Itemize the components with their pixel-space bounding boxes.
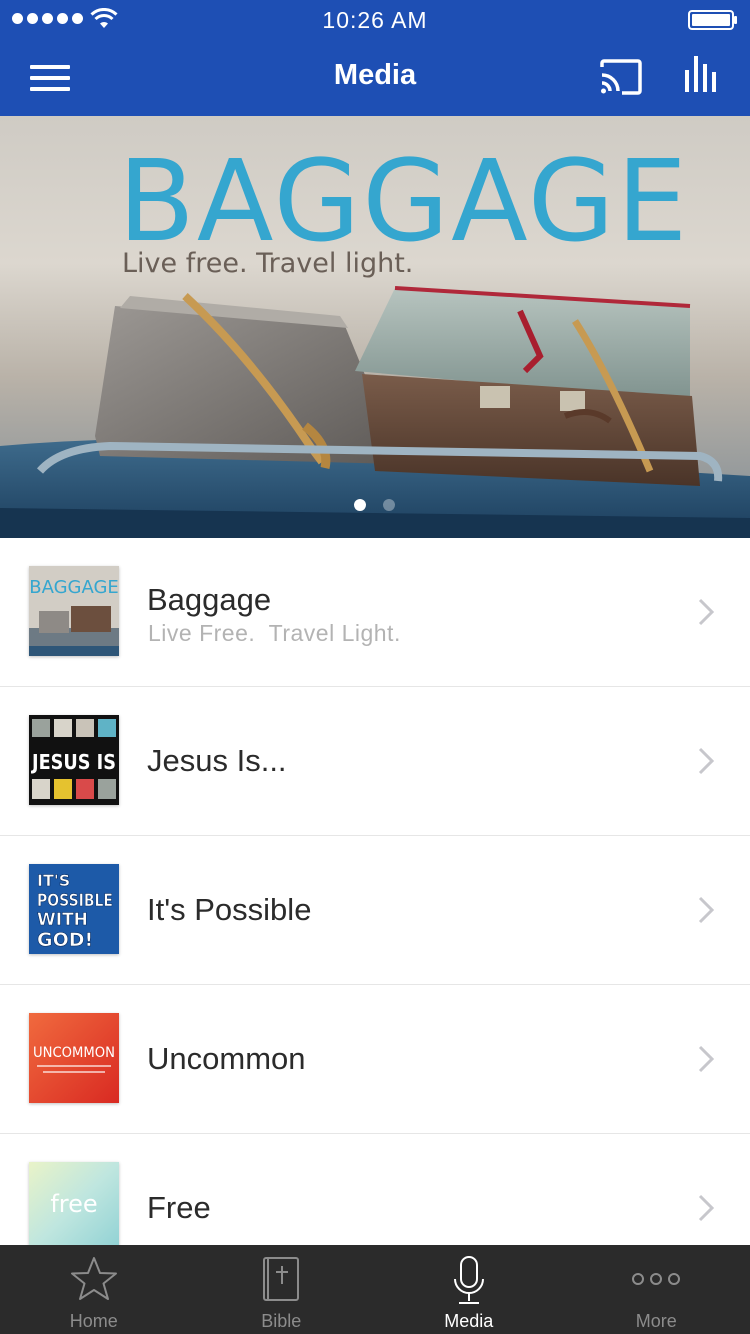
tab-media[interactable]: Media <box>375 1245 563 1334</box>
list-item-title: Free <box>147 1190 211 1225</box>
status-bar: 10:26 AM <box>0 0 750 40</box>
navigation-bar: Media <box>0 40 750 116</box>
list-item-title: Baggage <box>147 582 272 617</box>
tab-label: Bible <box>261 1311 302 1331</box>
list-item[interactable]: JESUS IS Jesus Is... <box>0 687 750 836</box>
audio-levels-icon[interactable] <box>684 54 720 94</box>
list-item[interactable]: IT'S POSSIBLE WITH GOD! It's Possible <box>0 836 750 985</box>
svg-text:WITH: WITH <box>37 910 88 930</box>
svg-text:GOD!: GOD! <box>37 929 93 951</box>
tab-bible[interactable]: Bible <box>188 1245 376 1334</box>
chevron-right-icon <box>698 1045 714 1073</box>
list-item-subtitle: Live Free. Travel Light. <box>148 620 401 646</box>
microphone-icon <box>453 1256 484 1304</box>
tab-home[interactable]: Home <box>0 1245 188 1334</box>
cast-icon[interactable] <box>600 59 642 95</box>
media-series-list: BAGGAGE Baggage Live Free. Travel Light.… <box>0 538 750 1283</box>
free-thumb: free <box>29 1162 119 1252</box>
chevron-right-icon <box>698 896 714 924</box>
tab-more[interactable]: More <box>563 1245 750 1334</box>
svg-text:UNCOMMON: UNCOMMON <box>33 1045 115 1061</box>
list-item[interactable]: BAGGAGE Baggage Live Free. Travel Light. <box>0 538 750 687</box>
chevron-right-icon <box>698 747 714 775</box>
tab-label: More <box>635 1311 677 1331</box>
page-dot-2[interactable] <box>383 499 395 511</box>
banner-title: BAGGAGE <box>118 137 690 267</box>
tab-label: Media <box>444 1311 494 1331</box>
svg-text:free: free <box>50 1190 97 1218</box>
featured-banner[interactable]: BAGGAGE Live free. Travel light. <box>0 116 750 538</box>
its-possible-thumb: IT'S POSSIBLE WITH GOD! <box>29 864 119 954</box>
list-item-title: It's Possible <box>147 892 312 927</box>
more-dots-icon <box>632 1273 681 1285</box>
svg-text:IT'S: IT'S <box>37 871 70 890</box>
jesus-is-thumb: JESUS IS <box>29 715 119 805</box>
chevron-right-icon <box>698 598 714 626</box>
page-dot-1[interactable] <box>354 499 366 511</box>
star-icon <box>70 1257 117 1300</box>
tab-label: Home <box>69 1311 118 1331</box>
list-item-title: Uncommon <box>147 1041 306 1076</box>
svg-text:POSSIBLE: POSSIBLE <box>37 891 113 911</box>
list-item-title: Jesus Is... <box>147 743 287 778</box>
banner-page-indicator[interactable] <box>354 499 395 511</box>
battery-icon <box>688 10 737 30</box>
tab-bar: Home Bible Media More <box>0 1245 750 1334</box>
baggage-thumb: BAGGAGE <box>29 566 119 656</box>
top-bar: 10:26 AM Media <box>0 0 750 116</box>
list-item[interactable]: UNCOMMON Uncommon <box>0 985 750 1134</box>
svg-text:JESUS IS: JESUS IS <box>30 750 116 774</box>
svg-text:BAGGAGE: BAGGAGE <box>29 577 119 598</box>
uncommon-thumb: UNCOMMON <box>29 1013 119 1103</box>
banner-tagline: Live free. Travel light. <box>122 248 414 279</box>
status-time: 10:26 AM <box>322 7 428 33</box>
bible-icon <box>263 1257 300 1301</box>
chevron-right-icon <box>698 1194 714 1222</box>
